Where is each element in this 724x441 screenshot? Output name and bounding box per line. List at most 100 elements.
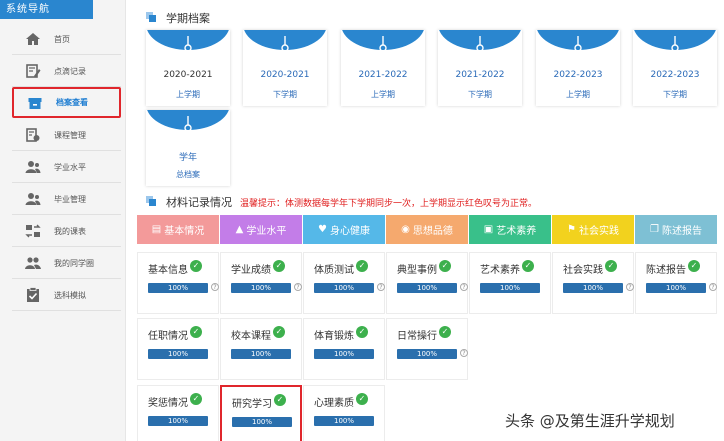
material-label: 艺术素养 (480, 265, 520, 276)
progress-bar: 100% (314, 416, 374, 426)
material-label: 校本课程 (231, 331, 271, 342)
semester-term: 上学期 (176, 90, 200, 99)
sidebar-title: 系统导航 (0, 0, 93, 19)
progress-bar: 100% (231, 349, 291, 359)
check-icon: ✓ (190, 326, 202, 338)
tab-label: 艺术素养 (496, 226, 537, 237)
help-icon[interactable]: ? (294, 283, 302, 291)
sidebar-item-archive[interactable]: 档案查看 (12, 87, 121, 118)
tab-label: 社会实践 (578, 226, 619, 237)
user-icon (24, 158, 42, 176)
progress-bar: 100% (563, 283, 623, 293)
tab-category[interactable]: ◉ 思想品德 (386, 215, 468, 244)
home-icon (24, 30, 42, 48)
pin-icon (574, 36, 582, 55)
semester-card[interactable]: 2022-2023 下学期 (633, 30, 717, 106)
material-item[interactable]: 社会实践 ✓ 100%? (552, 252, 634, 314)
material-item[interactable]: 研究学习 ✓ 100% (220, 385, 302, 441)
tab-category[interactable]: ❐ 陈述报告 (635, 215, 717, 244)
sidebar-item-classmates[interactable]: 我的同学圈 (12, 248, 121, 279)
pin-icon (184, 116, 192, 135)
sidebar-item-academic[interactable]: 学业水平 (12, 152, 121, 183)
material-item[interactable]: 典型事例 ✓ 100%? (386, 252, 468, 314)
tab-category[interactable]: ▣ 艺术素养 (469, 215, 551, 244)
semester-term: 下学期 (468, 90, 492, 99)
sidebar-item-courses[interactable]: 课程管理 (12, 120, 121, 151)
material-label: 典型事例 (397, 265, 437, 276)
check-icon: ✓ (605, 260, 617, 272)
sidebar-item-schedule[interactable]: 我的课表 (12, 216, 121, 247)
progress-bar: 100% (397, 349, 457, 359)
material-item[interactable]: 体育锻炼 ✓ 100% (303, 318, 385, 380)
sidebar: 系统导航 首页 点滴记录 档案查看 课程管理 学业水平 毕业管理 我的课表 我的… (0, 0, 126, 441)
semester-year: 2022-2023 (553, 70, 603, 80)
check-icon: ✓ (356, 260, 368, 272)
tab-category[interactable]: ♥ 身心健康 (303, 215, 385, 244)
check-icon: ✓ (688, 260, 700, 272)
semester-card[interactable]: 2021-2022 下学期 (438, 30, 522, 106)
help-icon[interactable]: ? (709, 283, 717, 291)
sidebar-item-records[interactable]: 点滴记录 (12, 56, 121, 87)
material-item[interactable]: 校本课程 ✓ 100% (220, 318, 302, 380)
semester-card[interactable]: 2020-2021 下学期 (243, 30, 327, 106)
semester-term: 下学期 (273, 90, 297, 99)
check-icon: ✓ (439, 260, 451, 272)
check-icon: ✓ (356, 393, 368, 405)
tab-label: 陈述报告 (661, 226, 702, 237)
material-item[interactable]: 任职情况 ✓ 100% (137, 318, 219, 380)
check-icon: ✓ (439, 326, 451, 338)
material-label: 基本信息 (148, 265, 188, 276)
material-label: 体育锻炼 (314, 331, 354, 342)
sidebar-item-label: 档案查看 (56, 98, 88, 107)
material-item[interactable]: 奖惩情况 ✓ 100% (137, 385, 219, 441)
help-icon[interactable]: ? (460, 283, 468, 291)
progress-bar: 100% (231, 283, 291, 293)
semester-card[interactable]: 2021-2022 上学期 (341, 30, 425, 106)
tab-label: 身心健康 (329, 226, 370, 237)
material-item[interactable]: 体质测试 ✓ 100%? (303, 252, 385, 314)
globe-icon: ◉ (401, 224, 410, 235)
progress-bar: 100% (646, 283, 706, 293)
tab-category[interactable]: ▤ 基本情况 (137, 215, 219, 244)
material-item[interactable]: 基本信息 ✓ 100%? (137, 252, 219, 314)
material-item[interactable]: 艺术素养 ✓ 100% (469, 252, 551, 314)
sidebar-item-graduation[interactable]: 毕业管理 (12, 184, 121, 215)
sidebar-item-label: 点滴记录 (54, 66, 86, 76)
image-icon: ▣ (483, 224, 494, 235)
tab-label: 思想品德 (412, 226, 453, 237)
material-item[interactable]: 陈述报告 ✓ 100%? (635, 252, 717, 314)
help-icon[interactable]: ? (460, 349, 468, 357)
watermark: 头条 @及第生涯升学规划 (505, 412, 675, 430)
graduation-cap-icon: ▲ (235, 224, 244, 235)
sidebar-item-subject-sim[interactable]: 选科模拟 (12, 280, 121, 311)
progress-bar: 100% (480, 283, 540, 293)
semester-term: 下学期 (663, 90, 687, 99)
help-icon[interactable]: ? (211, 283, 219, 291)
semester-year: 2022-2023 (650, 70, 700, 80)
check-icon: ✓ (190, 260, 202, 272)
material-item[interactable]: 心理素质 ✓ 100% (303, 385, 385, 441)
semester-card[interactable]: 2022-2023 上学期 (536, 30, 620, 106)
check-icon: ✓ (274, 394, 286, 406)
material-item[interactable]: 日常操行 ✓ 100%? (386, 318, 468, 380)
sidebar-item-label: 我的同学圈 (54, 258, 94, 268)
sidebar-item-label: 选科模拟 (54, 290, 86, 300)
material-label: 日常操行 (397, 331, 437, 342)
semester-term: 上学期 (566, 90, 590, 99)
check-icon: ✓ (190, 393, 202, 405)
help-icon[interactable]: ? (626, 283, 634, 291)
heart-icon: ♥ (318, 224, 327, 235)
semester-term: 上学期 (371, 90, 395, 99)
pin-icon (476, 36, 484, 55)
tab-category[interactable]: ⚑ 社会实践 (552, 215, 634, 244)
flag-icon: ⚑ (567, 224, 576, 235)
sidebar-item-label: 课程管理 (54, 130, 86, 140)
material-item[interactable]: 学业成绩 ✓ 100%? (220, 252, 302, 314)
sidebar-item-home[interactable]: 首页 (12, 24, 121, 55)
semester-card[interactable]: 2020-2021 上学期 (146, 30, 230, 106)
progress-bar: 100% (148, 416, 208, 426)
sidebar-item-label: 学业水平 (54, 162, 86, 172)
tab-category[interactable]: ▲ 学业水平 (220, 215, 302, 244)
semester-card[interactable]: 学年 总档案 (146, 110, 230, 186)
help-icon[interactable]: ? (377, 283, 385, 291)
